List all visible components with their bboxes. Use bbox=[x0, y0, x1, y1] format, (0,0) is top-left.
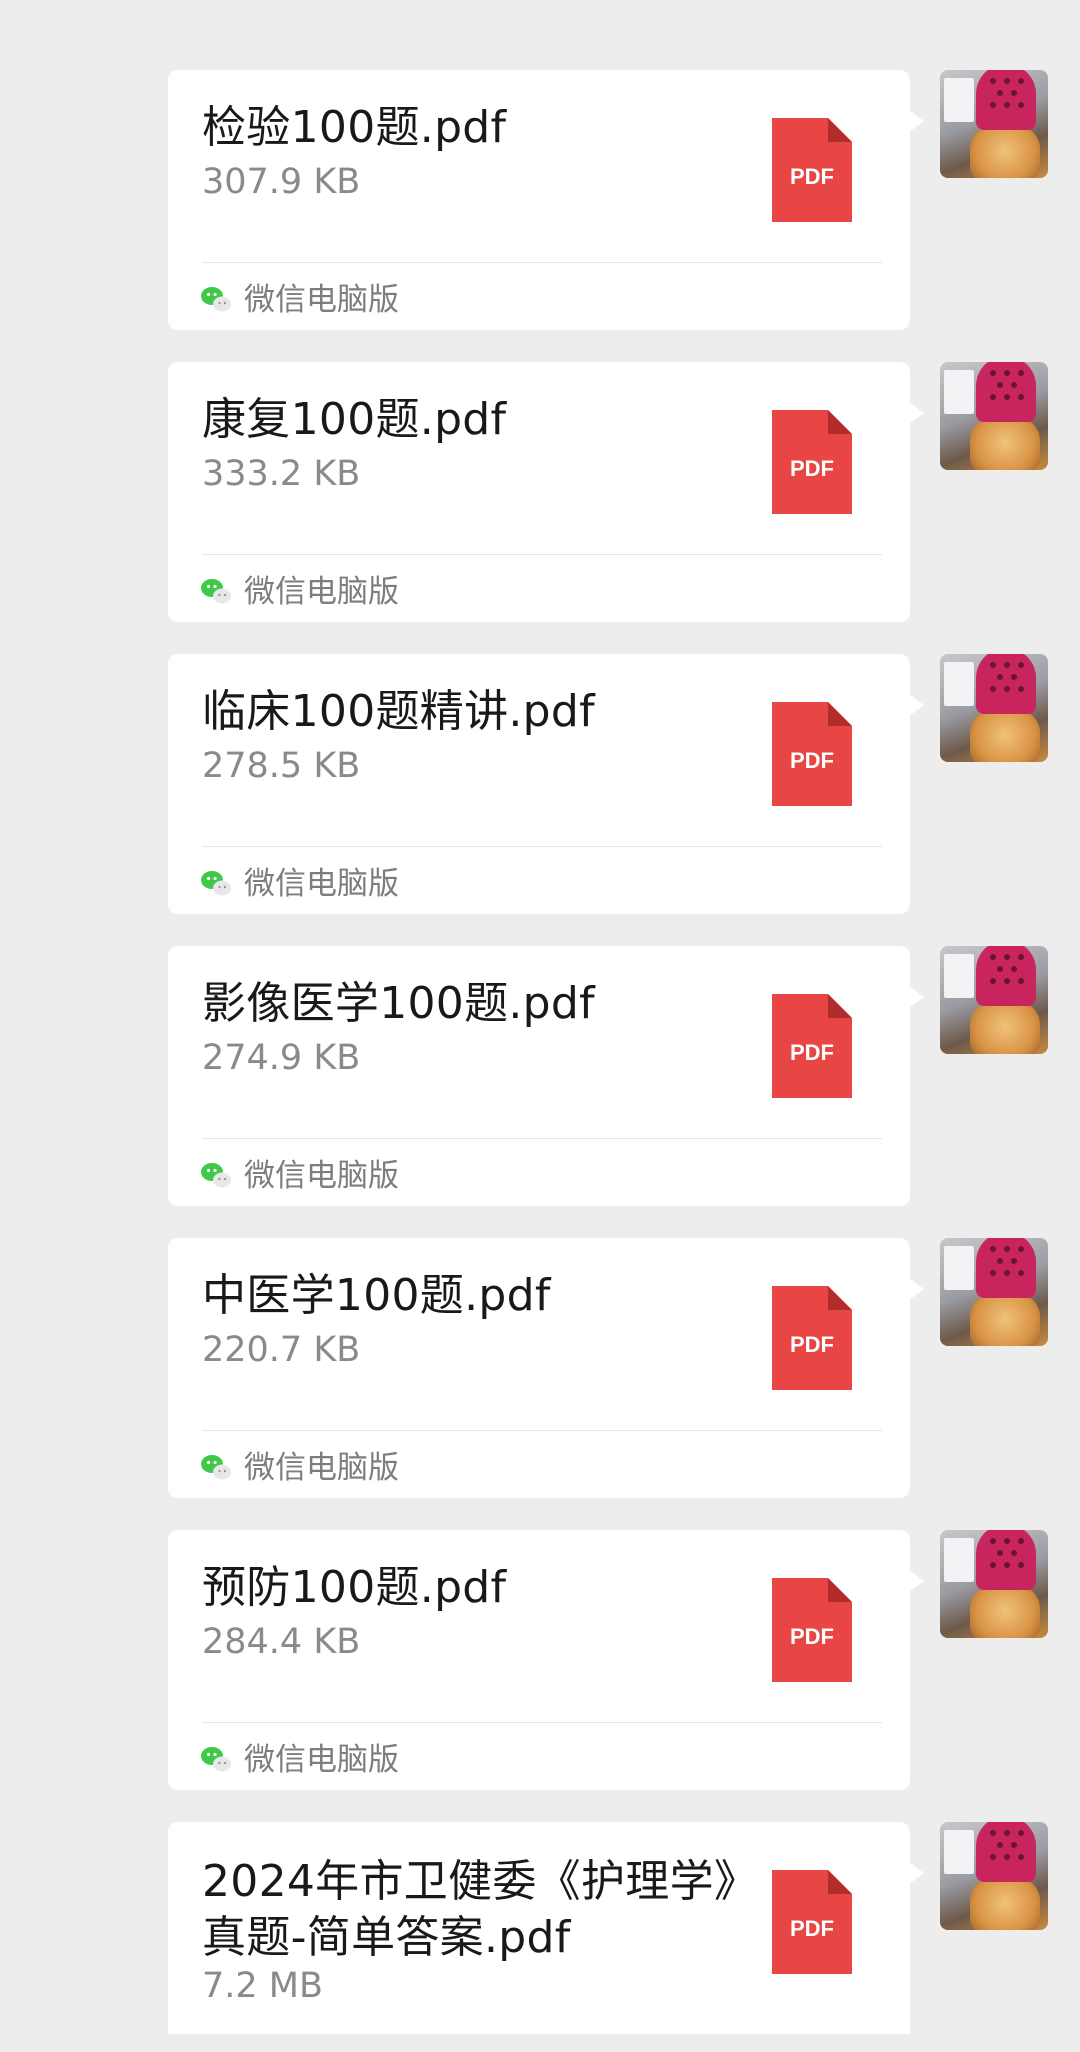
file-bubble[interactable]: 检验100题.pdf 307.9 KB PDF 微信电脑版 bbox=[168, 70, 924, 330]
pdf-file-type-label: PDF bbox=[790, 1916, 834, 1941]
wechat-icon bbox=[201, 287, 231, 312]
file-message: 影像医学100题.pdf 274.9 KB PDF 微信电脑版 bbox=[0, 946, 1080, 1206]
file-message: 预防100题.pdf 284.4 KB PDF 微信电脑版 bbox=[0, 1530, 1080, 1790]
source-row: 微信电脑版 bbox=[200, 1446, 399, 1490]
file-bubble[interactable]: 2024年市卫健委《护理学》真题-简单答案.pdf 7.2 MB PDF bbox=[168, 1822, 924, 2052]
user-avatar[interactable] bbox=[940, 1530, 1048, 1638]
wechat-icon bbox=[201, 1747, 231, 1772]
file-name: 检验100题.pdf bbox=[202, 102, 507, 153]
file-size: 307.9 KB bbox=[202, 162, 361, 202]
source-label: 微信电脑版 bbox=[244, 1742, 399, 1778]
pdf-file-type-label: PDF bbox=[790, 1624, 834, 1649]
wechat-icon bbox=[201, 579, 231, 604]
divider bbox=[202, 1722, 882, 1723]
pdf-file-type-label: PDF bbox=[790, 748, 834, 773]
pdf-file-icon: PDF bbox=[772, 1286, 852, 1390]
user-avatar[interactable] bbox=[940, 362, 1048, 470]
file-size: 7.2 MB bbox=[202, 1966, 323, 2006]
file-message: 检验100题.pdf 307.9 KB PDF 微信电脑版 bbox=[0, 70, 1080, 330]
source-label: 微信电脑版 bbox=[244, 1450, 399, 1486]
divider bbox=[202, 262, 882, 263]
file-message: 中医学100题.pdf 220.7 KB PDF 微信电脑版 bbox=[0, 1238, 1080, 1498]
wechat-icon bbox=[201, 1455, 231, 1480]
file-name: 临床100题精讲.pdf bbox=[202, 686, 595, 737]
divider bbox=[202, 554, 882, 555]
pdf-file-type-label: PDF bbox=[790, 1040, 834, 1065]
file-bubble[interactable]: 影像医学100题.pdf 274.9 KB PDF 微信电脑版 bbox=[168, 946, 924, 1206]
file-name: 康复100题.pdf bbox=[202, 394, 507, 445]
source-row: 微信电脑版 bbox=[200, 1738, 399, 1782]
source-row: 微信电脑版 bbox=[200, 570, 399, 614]
file-size: 220.7 KB bbox=[202, 1330, 361, 1370]
source-label: 微信电脑版 bbox=[244, 282, 399, 318]
file-bubble[interactable]: 中医学100题.pdf 220.7 KB PDF 微信电脑版 bbox=[168, 1238, 924, 1498]
user-avatar[interactable] bbox=[940, 1822, 1048, 1930]
pdf-file-icon: PDF bbox=[772, 702, 852, 806]
file-name: 中医学100题.pdf bbox=[202, 1270, 551, 1321]
file-bubble[interactable]: 临床100题精讲.pdf 278.5 KB PDF 微信电脑版 bbox=[168, 654, 924, 914]
file-size: 278.5 KB bbox=[202, 746, 361, 786]
file-name: 预防100题.pdf bbox=[202, 1562, 507, 1613]
pdf-file-icon: PDF bbox=[772, 1870, 852, 1974]
file-size: 284.4 KB bbox=[202, 1622, 361, 1662]
user-avatar[interactable] bbox=[940, 654, 1048, 762]
user-avatar[interactable] bbox=[940, 946, 1048, 1054]
file-size: 333.2 KB bbox=[202, 454, 361, 494]
pdf-file-type-label: PDF bbox=[790, 1332, 834, 1357]
source-row: 微信电脑版 bbox=[200, 862, 399, 906]
pdf-file-icon: PDF bbox=[772, 994, 852, 1098]
file-message: 康复100题.pdf 333.2 KB PDF 微信电脑版 bbox=[0, 362, 1080, 622]
pdf-file-type-label: PDF bbox=[790, 456, 834, 481]
user-avatar[interactable] bbox=[940, 70, 1048, 178]
divider bbox=[202, 846, 882, 847]
source-row: 微信电脑版 bbox=[200, 278, 399, 322]
source-row: 微信电脑版 bbox=[200, 1154, 399, 1198]
pdf-file-type-label: PDF bbox=[790, 164, 834, 189]
chat-message-list[interactable]: 检验100题.pdf 307.9 KB PDF 微信电脑版 康复100题.pdf… bbox=[0, 0, 1080, 2052]
file-size: 274.9 KB bbox=[202, 1038, 361, 1078]
pdf-file-icon: PDF bbox=[772, 410, 852, 514]
source-label: 微信电脑版 bbox=[244, 866, 399, 902]
wechat-icon bbox=[201, 871, 231, 896]
file-message: 临床100题精讲.pdf 278.5 KB PDF 微信电脑版 bbox=[0, 654, 1080, 914]
file-message: 2024年市卫健委《护理学》真题-简单答案.pdf 7.2 MB PDF bbox=[0, 1822, 1080, 2052]
source-label: 微信电脑版 bbox=[244, 574, 399, 610]
bottom-edge bbox=[0, 2034, 1080, 2052]
divider bbox=[202, 1430, 882, 1431]
file-name: 影像医学100题.pdf bbox=[202, 978, 595, 1029]
source-label: 微信电脑版 bbox=[244, 1158, 399, 1194]
file-bubble[interactable]: 预防100题.pdf 284.4 KB PDF 微信电脑版 bbox=[168, 1530, 924, 1790]
divider bbox=[202, 1138, 882, 1139]
pdf-file-icon: PDF bbox=[772, 1578, 852, 1682]
wechat-icon bbox=[201, 1163, 231, 1188]
pdf-file-icon: PDF bbox=[772, 118, 852, 222]
file-bubble[interactable]: 康复100题.pdf 333.2 KB PDF 微信电脑版 bbox=[168, 362, 924, 622]
file-name: 2024年市卫健委《护理学》真题-简单答案.pdf bbox=[202, 1856, 737, 1963]
user-avatar[interactable] bbox=[940, 1238, 1048, 1346]
